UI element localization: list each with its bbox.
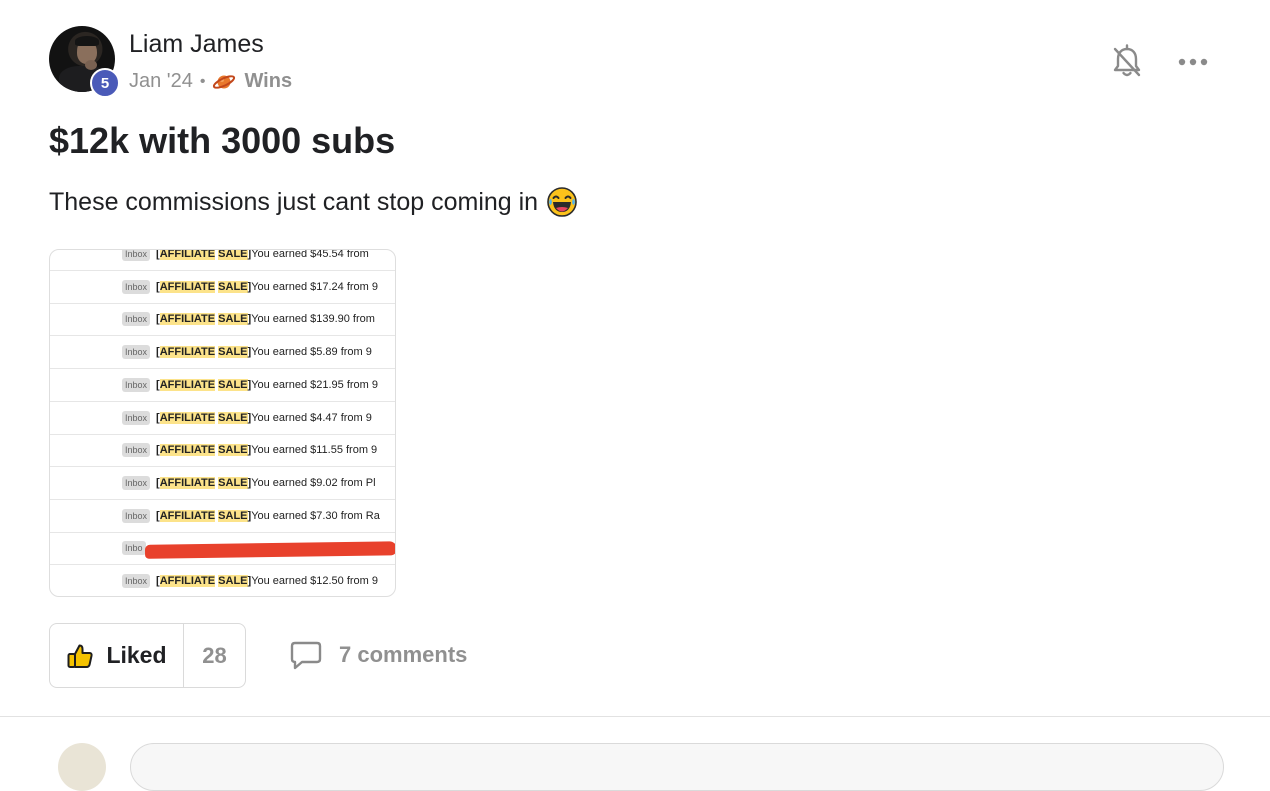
mail-subject-text: You earned $11.55 from 9 xyxy=(251,444,378,457)
mail-row: Inbox [AFFILIATE SALE] You earned $21.95 … xyxy=(50,369,395,402)
inbox-label: Inbox xyxy=(122,377,151,392)
level-badge: 5 xyxy=(90,68,120,98)
meta-separator: • xyxy=(199,72,206,90)
inbox-label: Inbox xyxy=(122,279,151,294)
tag-word-sale: SALE xyxy=(218,509,248,522)
thumbs-up-icon xyxy=(67,644,94,668)
tag-word-affiliate: AFFILIATE xyxy=(159,280,216,293)
mail-subject-text: You earned $7.30 from Ra xyxy=(251,509,380,522)
inbox-label: Inbox xyxy=(122,410,151,425)
attachment-image[interactable]: Inbox [AFFILIATE SALE] You earned $45.54 … xyxy=(49,249,396,597)
inbox-label: Inbox xyxy=(122,508,151,523)
inbox-label: Inbox xyxy=(122,312,151,327)
mail-row: Inbox [AFFILIATE SALE] You earned $17.24 … xyxy=(50,271,395,304)
category-link[interactable]: Wins xyxy=(244,70,292,93)
mail-row: Inbox [AFFILIATE SALE] You earned $11.55 … xyxy=(50,434,395,468)
tag-word-affiliate: AFFILIATE xyxy=(159,378,216,391)
sale-tag: [AFFILIATE SALE] xyxy=(156,280,251,293)
sale-tag: [AFFILIATE SALE] xyxy=(156,575,251,587)
like-button[interactable]: Liked xyxy=(50,624,184,687)
tag-word-sale: SALE xyxy=(218,575,248,587)
mail-subject-text: You earned $21.95 from 9 xyxy=(251,378,378,391)
mail-subject-text: You earned $4.47 from 9 xyxy=(251,411,372,424)
sale-tag: [AFFILIATE SALE] xyxy=(156,378,251,391)
mail-row: Inbox [AFFILIATE SALE] You earned $7.30 f… xyxy=(50,500,395,533)
inbox-label: Inbox xyxy=(122,443,151,458)
section-divider xyxy=(0,716,1270,717)
comments-link[interactable]: 7 comments xyxy=(290,640,467,670)
mail-row: Inbox [AFFILIATE SALE] You earned $4.47 f… xyxy=(50,402,395,435)
mail-subject-text: You earned $45.54 from xyxy=(251,249,369,260)
inbox-label: Inbox xyxy=(122,250,151,261)
sale-tag: [AFFILIATE SALE] xyxy=(156,313,251,326)
planet-icon xyxy=(213,74,236,89)
tag-word-affiliate: AFFILIATE xyxy=(159,346,216,359)
comment-input[interactable] xyxy=(130,743,1224,791)
bell-off-icon[interactable] xyxy=(1111,44,1143,80)
tag-word-affiliate: AFFILIATE xyxy=(159,313,216,326)
post-meta: Jan '24 • Wins xyxy=(129,70,292,93)
inbox-label: Inbox xyxy=(122,574,151,588)
sale-tag: [AFFILIATE SALE] xyxy=(156,411,251,424)
avatar-hair-shape xyxy=(75,36,99,46)
current-user-avatar xyxy=(58,743,106,791)
comments-count-label: 7 comments xyxy=(339,642,468,667)
like-count[interactable]: 28 xyxy=(184,624,245,687)
post-body-text: These commissions just cant stop coming … xyxy=(49,187,539,216)
laughing-tears-emoji xyxy=(547,187,577,217)
mail-subject-text: You earned $17.24 from 9 xyxy=(251,280,378,293)
inbox-label: Inbox xyxy=(122,475,151,490)
sale-tag: [AFFILIATE SALE] xyxy=(156,509,251,522)
post-body: These commissions just cant stop coming … xyxy=(49,186,578,218)
inbox-label: Inbox xyxy=(122,345,151,360)
more-icon[interactable] xyxy=(1176,52,1210,72)
mail-subject-text: You earned $139.90 from xyxy=(251,313,375,326)
tag-word-affiliate: AFFILIATE xyxy=(159,476,216,489)
mail-row: Inbox [AFFILIATE SALE] You earned $5.89 f… xyxy=(50,336,395,370)
post-title: $12k with 3000 subs xyxy=(49,120,396,161)
tag-word-affiliate: AFFILIATE xyxy=(159,249,216,260)
like-control: Liked 28 xyxy=(49,623,246,688)
mail-row: Inbox [AFFILIATE SALE] You earned $45.54 … xyxy=(50,249,395,271)
tag-word-sale: SALE xyxy=(218,411,248,424)
tag-word-affiliate: AFFILIATE xyxy=(159,575,216,587)
sale-tag: [AFFILIATE SALE] xyxy=(156,249,251,260)
mail-row: Inbox [AFFILIATE SALE] You earned $139.90… xyxy=(50,303,395,337)
tag-word-affiliate: AFFILIATE xyxy=(159,444,216,457)
sale-tag: [AFFILIATE SALE] xyxy=(156,476,251,489)
sale-tag: [AFFILIATE SALE] xyxy=(156,346,251,359)
tag-word-sale: SALE xyxy=(218,313,248,326)
post-date[interactable]: Jan '24 xyxy=(129,70,193,93)
sale-tag: [AFFILIATE SALE] xyxy=(156,444,251,457)
tag-word-sale: SALE xyxy=(218,280,248,293)
tag-word-affiliate: AFFILIATE xyxy=(159,411,216,424)
tag-word-sale: SALE xyxy=(218,249,248,260)
tag-word-sale: SALE xyxy=(218,378,248,391)
author-name[interactable]: Liam James xyxy=(129,30,264,59)
tag-word-affiliate: AFFILIATE xyxy=(159,509,216,522)
inbox-label: Inbo xyxy=(122,541,146,556)
mail-subject-text: You earned $12.50 from 9 xyxy=(251,575,378,587)
tag-word-sale: SALE xyxy=(218,346,248,359)
mail-subject-text: You earned $5.89 from 9 xyxy=(251,346,372,359)
mail-row: Inbox [AFFILIATE SALE] You earned $9.02 f… xyxy=(50,467,395,500)
like-label: Liked xyxy=(106,642,167,668)
avatar-hand-shape xyxy=(85,60,97,70)
comment-icon xyxy=(290,641,322,670)
mail-row: Inbox [AFFILIATE SALE] You earned $12.50 … xyxy=(50,565,395,596)
tag-word-sale: SALE xyxy=(218,476,248,489)
tag-word-sale: SALE xyxy=(218,444,248,457)
mail-subject-text: You earned $9.02 from Pl xyxy=(251,476,376,489)
